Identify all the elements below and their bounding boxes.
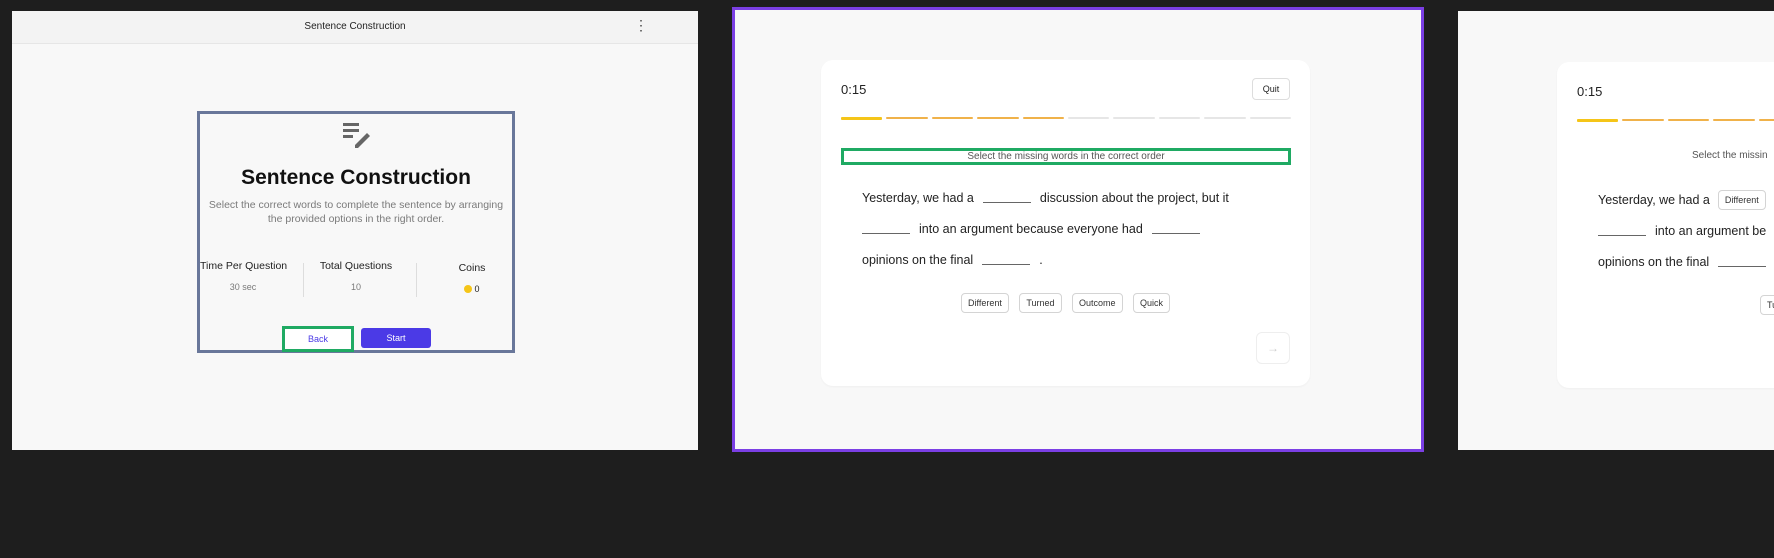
stat-time-per-question: Time Per Question 30 sec — [200, 260, 288, 292]
sentence-period: . — [1039, 252, 1043, 267]
blank-slot[interactable] — [982, 192, 1031, 203]
progress-segment — [1068, 117, 1110, 119]
instruction-text: Select the missin — [1692, 150, 1768, 161]
blank-slot[interactable] — [1151, 223, 1200, 234]
blank-slot[interactable] — [1718, 256, 1767, 267]
sentence-line: Yesterday, we had a Different — [1598, 184, 1774, 215]
progress-bar — [841, 117, 1292, 120]
notes-pencil-icon — [343, 123, 370, 148]
word-option[interactable]: Turned — [1019, 293, 1062, 313]
stat-value: 10 — [350, 282, 361, 292]
coin-icon — [464, 285, 473, 293]
divider — [416, 263, 417, 297]
filled-word[interactable]: Different — [1717, 189, 1766, 210]
kebab-icon[interactable]: ⋮ — [634, 17, 648, 34]
intro-description: Select the correct words to complete the… — [208, 199, 504, 225]
sentence-text: into an argument because everyone had — [919, 221, 1143, 236]
blank-slot[interactable] — [1598, 225, 1646, 236]
progress-segment — [1204, 117, 1246, 119]
stat-value: 30 sec — [229, 282, 257, 292]
sentence-text: opinions on the final — [1598, 254, 1710, 269]
sentence: Yesterday, we had a discussion about the… — [862, 182, 1282, 275]
progress-segment — [977, 117, 1019, 119]
sentence-line: opinions on the final . — [862, 244, 1282, 275]
progress-segment — [1022, 117, 1065, 119]
word-option[interactable]: Quick — [1132, 293, 1170, 313]
question-card: 0:15 Quit Select the missing words in th… — [821, 60, 1310, 386]
sentence-text: into an argument be — [1655, 223, 1767, 238]
word-options: Different Turned Outcome Quick — [821, 293, 1310, 313]
sentence-text: Yesterday, we had a — [1598, 192, 1710, 207]
progress-segment — [886, 117, 928, 119]
intro-screen: Sentence Construction ⋮ Sentence Constru… — [12, 11, 698, 450]
sentence-text: discussion about the project, but it — [1039, 190, 1229, 205]
progress-segment — [1758, 119, 1774, 121]
start-button[interactable]: Start — [361, 328, 431, 348]
progress-segment — [1158, 117, 1201, 119]
stat-label: Time Per Question — [200, 260, 288, 272]
next-button[interactable]: → — [1256, 332, 1290, 364]
instruction-text: Select the missing words in the correct … — [841, 148, 1291, 165]
progress-segment — [1713, 119, 1755, 121]
stat-total-questions: Total Questions 10 — [314, 260, 398, 292]
progress-segment — [931, 117, 974, 119]
progress-segment — [1113, 117, 1155, 119]
progress-bar — [1577, 119, 1774, 122]
blank-slot[interactable] — [982, 254, 1031, 265]
progress-segment — [1577, 119, 1619, 122]
progress-segment — [1667, 119, 1710, 121]
quit-button[interactable]: Quit — [1252, 78, 1290, 100]
timer: 0:15 — [841, 82, 867, 97]
question-screen-filled: 0:15 Select the missin Yesterday, we had… — [1458, 11, 1774, 450]
sentence: Yesterday, we had a Different into an ar… — [1598, 184, 1774, 277]
arrow-right-icon: → — [1267, 341, 1279, 355]
header-title: Sentence Construction — [304, 21, 406, 32]
sentence-text: Yesterday, we had a — [862, 190, 974, 205]
intro-card: Sentence Construction Select the correct… — [197, 111, 515, 353]
question-screen: 0:15 Quit Select the missing words in th… — [732, 7, 1424, 452]
back-button[interactable]: Back — [282, 326, 354, 352]
progress-segment — [1622, 119, 1664, 121]
timer: 0:15 — [1577, 84, 1603, 99]
blank-slot[interactable] — [862, 223, 910, 234]
top-bar: Sentence Construction ⋮ — [12, 11, 698, 44]
stat-label: Total Questions — [319, 260, 393, 272]
stat-value-coins: 0 — [432, 284, 512, 294]
word-option[interactable]: Outcome — [1071, 293, 1123, 313]
sentence-line: opinions on the final — [1598, 246, 1774, 277]
word-option[interactable]: Different — [961, 293, 1009, 313]
word-option[interactable]: Tu — [1760, 295, 1774, 315]
sentence-line: into an argument because everyone had — [862, 213, 1282, 244]
progress-segment — [1249, 117, 1292, 119]
progress-segment — [841, 117, 883, 120]
stat-label: Coins — [458, 262, 486, 274]
word-options: Tu — [1760, 295, 1774, 315]
intro-title: Sentence Construction — [241, 166, 471, 189]
question-card: 0:15 Select the missin Yesterday, we had… — [1557, 62, 1774, 388]
sentence-line: into an argument be — [1598, 215, 1774, 246]
sentence-line: Yesterday, we had a discussion about the… — [862, 182, 1282, 213]
coins-value: 0 — [474, 284, 480, 294]
divider — [303, 263, 304, 297]
sentence-text: opinions on the final — [862, 252, 974, 267]
stat-coins: Coins 0 — [432, 262, 512, 294]
